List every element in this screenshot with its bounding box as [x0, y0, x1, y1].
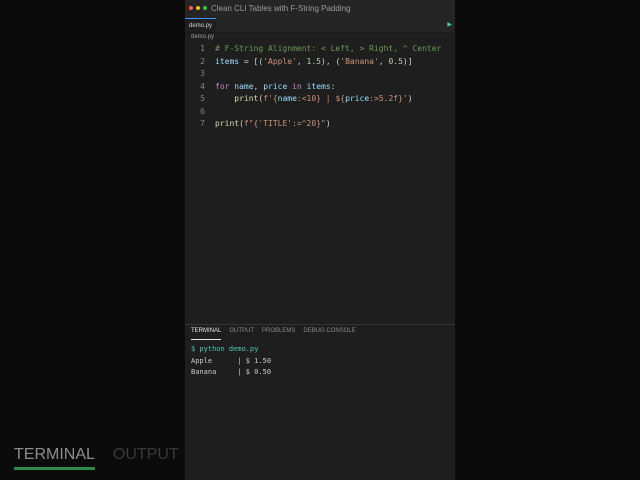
line-number: 1 — [200, 44, 205, 53]
code-line-6: 6 — [185, 106, 455, 119]
window-title: Clean CLI Tables with F-String Padding — [211, 4, 351, 13]
blurred-background-right — [455, 0, 640, 480]
punctuation-token: , — [378, 56, 389, 66]
number-token: 1.5 — [306, 56, 321, 66]
terminal-output-line: Apple | $ 1.50 — [191, 356, 272, 365]
punctuation-token: = [( — [239, 56, 264, 66]
punctuation-token: : — [330, 81, 336, 91]
string-token: :>5.2f}' — [369, 94, 408, 103]
line-number: 3 — [200, 69, 205, 78]
code-line-1: 1 # F-String Alignment: < Left, > Right,… — [185, 43, 455, 56]
string-token: f'{ — [263, 94, 278, 103]
blurred-panel-tabs: TERMINAL OUTPUT — [14, 446, 179, 470]
code-line-4: 4 for name, price in items: — [185, 81, 455, 94]
blurred-background-left: TERMINAL OUTPUT — [0, 0, 185, 480]
line-number: 7 — [200, 119, 205, 128]
code-line-3: 3 — [185, 68, 455, 81]
line-number: 6 — [200, 106, 205, 116]
editor-window: Clean CLI Tables with F-String Padding d… — [185, 0, 455, 480]
tab-debug-console[interactable]: DEBUG CONSOLE — [303, 328, 355, 340]
terminal-output[interactable]: $ python demo.py Apple | $ 1.50 Banana |… — [185, 340, 455, 379]
line-number: 5 — [200, 94, 205, 103]
blurred-tab-terminal: TERMINAL — [14, 446, 95, 470]
play-icon[interactable]: ▶ — [447, 21, 452, 28]
keyword-token: for — [215, 81, 230, 91]
line-number: 2 — [200, 56, 205, 66]
punctuation-token: ) — [407, 94, 413, 103]
variable-token: items — [215, 56, 240, 66]
blurred-tab-output: OUTPUT — [112, 446, 179, 463]
string-token: 'Banana' — [340, 56, 379, 66]
variable-token: name — [234, 81, 254, 91]
terminal-command: $ python demo.py — [191, 345, 259, 353]
panel-tabs: TERMINAL OUTPUT PROBLEMS DEBUG CONSOLE — [185, 325, 455, 340]
function-token: print — [215, 119, 240, 128]
variable-token: items — [306, 81, 331, 91]
variable-token: name — [277, 94, 297, 103]
minimize-window-button[interactable] — [196, 6, 200, 10]
comment-token: # F-String Alignment: < Left, > Right, ^… — [215, 44, 442, 53]
string-token: 'Apple' — [263, 56, 297, 66]
number-token: 0.5 — [388, 56, 403, 66]
line-number: 4 — [200, 81, 205, 91]
code-editor[interactable]: 1 # F-String Alignment: < Left, > Right,… — [185, 43, 455, 131]
terminal-output-line: Banana | $ 0.50 — [191, 368, 272, 376]
code-line-5: 5 print(f'{name:<10} | ${price:>5.2f}') — [185, 93, 455, 106]
tab-terminal[interactable]: TERMINAL — [191, 328, 222, 340]
keyword-token: in — [292, 81, 302, 91]
punctuation-token: ) — [325, 119, 331, 128]
maximize-window-button[interactable] — [203, 6, 207, 10]
punctuation-token: , — [253, 81, 264, 91]
punctuation-token: , — [296, 56, 307, 66]
code-line-2: 2 items = [('Apple', 1.5), ('Banana', 0.… — [185, 56, 455, 69]
window-controls — [189, 6, 207, 10]
tab-output[interactable]: OUTPUT — [229, 328, 254, 340]
variable-token: price — [263, 81, 288, 91]
string-token: :<10} | ${ — [296, 94, 346, 103]
indent-token — [215, 93, 234, 106]
punctuation-token: )] — [402, 56, 413, 66]
editor-tab-bar: demo.py ▶ — [185, 18, 455, 33]
code-line-7: 7 print(f"{'TITLE':=^20}") — [185, 118, 455, 131]
variable-token: price — [345, 94, 370, 103]
punctuation-token: ), ( — [321, 56, 341, 66]
close-window-button[interactable] — [189, 6, 193, 10]
string-token: f"{'TITLE':=^20}" — [243, 119, 326, 128]
tab-problems[interactable]: PROBLEMS — [262, 328, 295, 340]
title-bar: Clean CLI Tables with F-String Padding — [185, 0, 455, 18]
tab-demo-py[interactable]: demo.py — [185, 18, 217, 32]
bottom-panel: TERMINAL OUTPUT PROBLEMS DEBUG CONSOLE $… — [185, 324, 455, 480]
function-token: print — [234, 94, 259, 103]
